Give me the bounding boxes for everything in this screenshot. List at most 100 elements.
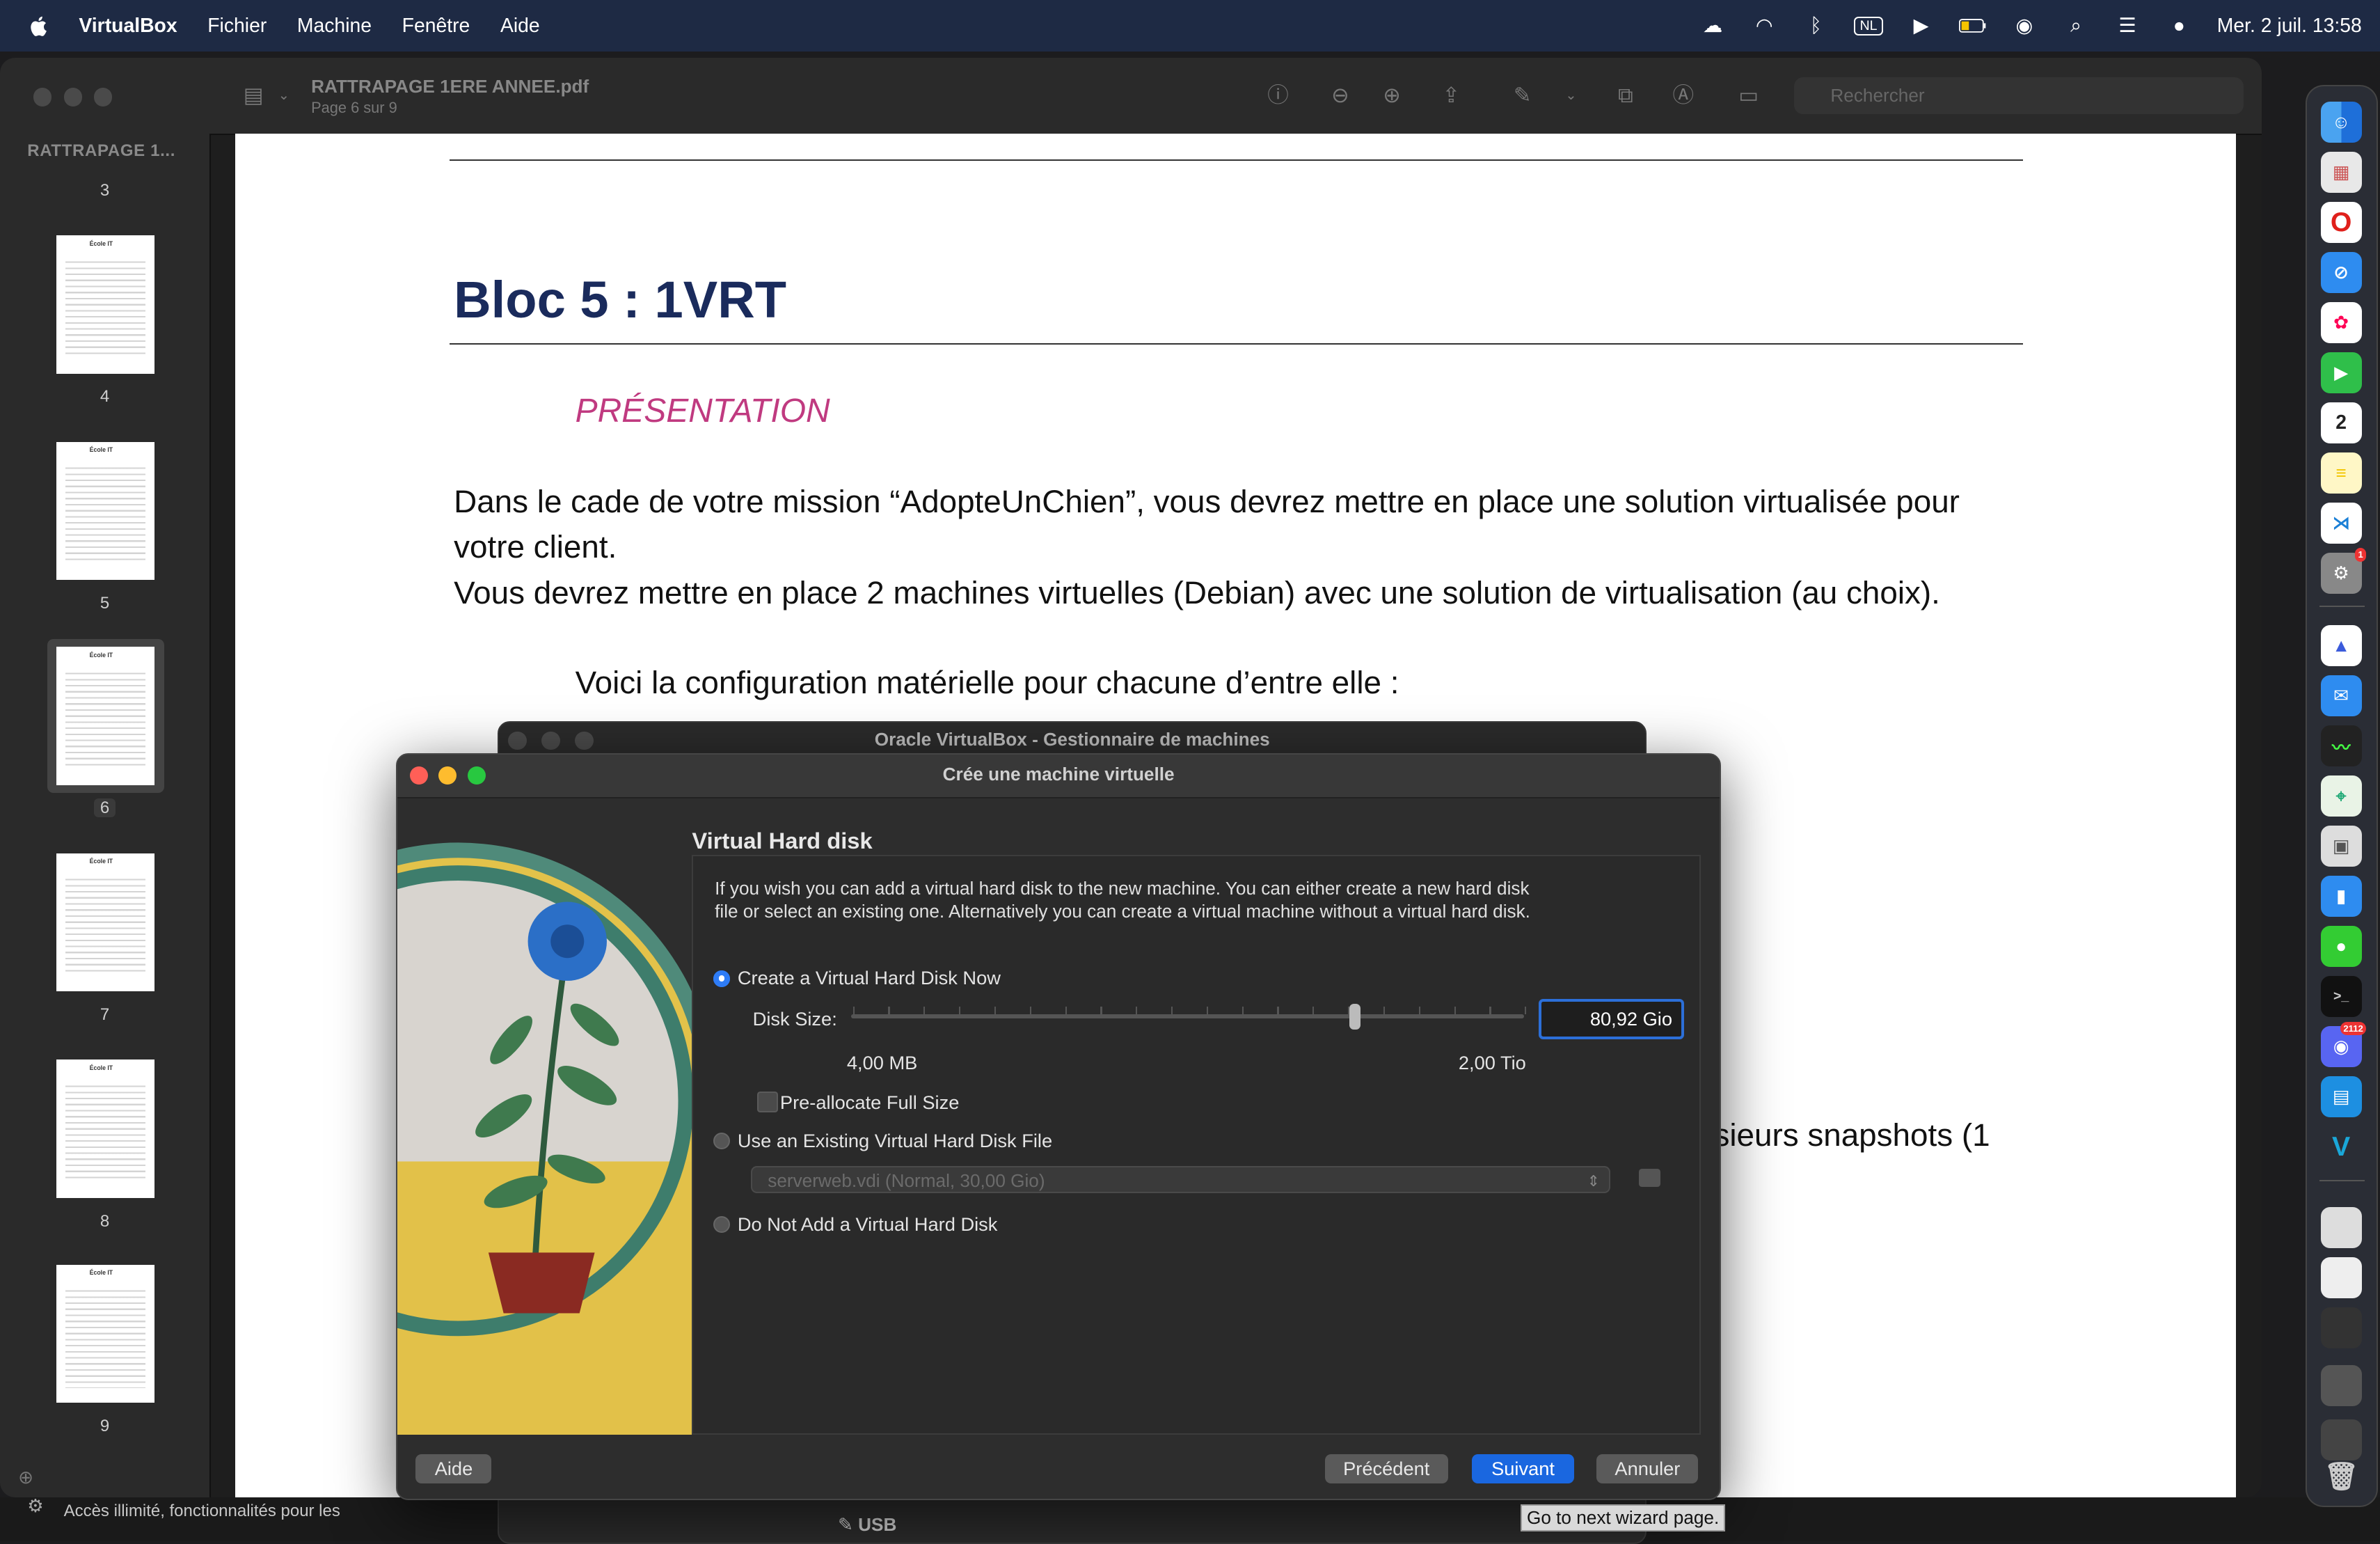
minimize-button[interactable] <box>63 88 82 107</box>
chevron-down-icon[interactable]: ⌄ <box>270 82 297 109</box>
next-button[interactable]: Suivant <box>1472 1454 1574 1483</box>
control-center-icon[interactable]: ☰ <box>2114 15 2141 37</box>
zoom-out-icon[interactable]: ⊖ <box>1326 82 1354 109</box>
description-text: If you wish you can add a virtual hard d… <box>715 878 1530 922</box>
form-icon[interactable]: ▭ <box>1735 82 1762 109</box>
battery-icon[interactable] <box>1959 15 1986 37</box>
promo-text: Accès illimité, fonctionnalités pour les <box>63 1502 340 1521</box>
finder-icon[interactable]: ☺ <box>2320 101 2362 143</box>
add-page-icon[interactable]: ⊕ <box>18 1467 33 1488</box>
messages-icon[interactable]: ● <box>2320 926 2362 968</box>
photos-icon[interactable]: ✿ <box>2320 301 2362 343</box>
page-heading: Bloc 5 : 1VRT <box>454 271 787 329</box>
slider-tick <box>1136 1006 1138 1014</box>
status-area: ☁ ◠ ᛒ NL ▶ ◉ ⌕ ☰ ● Mer. 2 juil. 13:58 <box>1699 0 2362 52</box>
preallocate-checkbox[interactable] <box>757 1092 779 1113</box>
keyboard-layout[interactable]: NL <box>1853 16 1884 36</box>
facetime-icon[interactable]: ▶ <box>2320 352 2362 393</box>
option-none-label[interactable]: Do Not Add a Virtual Hard Disk <box>738 1213 998 1236</box>
dialog-window-controls <box>409 766 486 785</box>
search-input[interactable]: Rechercher <box>1794 77 2244 114</box>
clock[interactable]: Mer. 2 juil. 13:58 <box>2217 15 2362 38</box>
page-number: 9 <box>100 1416 110 1435</box>
page-thumbnail-9[interactable]: École IT <box>56 1264 155 1403</box>
disk-size-slider[interactable] <box>851 1014 1524 1019</box>
paragraph: Dans le cade de votre mission “AdopteUnC… <box>454 484 1960 565</box>
preallocate-label[interactable]: Pre-allocate Full Size <box>780 1092 959 1114</box>
zoom-button[interactable] <box>467 766 486 785</box>
terminal-icon[interactable]: >_ <box>2320 976 2362 1018</box>
weather-icon[interactable]: ☁ <box>1699 15 1727 37</box>
slider-tick <box>852 1006 855 1014</box>
chevron-down-icon[interactable]: ⌄ <box>1557 82 1585 109</box>
info-icon[interactable]: ⓘ <box>1264 82 1292 109</box>
share-icon[interactable]: ⇪ <box>1437 82 1464 109</box>
opera-icon[interactable]: O <box>2320 201 2362 243</box>
bluetooth-icon[interactable]: ᛒ <box>1802 15 1830 37</box>
menu-fenetre[interactable]: Fenêtre <box>402 15 470 38</box>
play-icon[interactable]: ▶ <box>1907 15 1935 37</box>
menu-aide[interactable]: Aide <box>500 15 540 38</box>
close-button[interactable] <box>33 88 52 107</box>
disk-size-input[interactable]: 80,92 Gio <box>1539 998 1685 1040</box>
option-create-label[interactable]: Create a Virtual Hard Disk Now <box>738 967 1001 989</box>
mail-icon[interactable]: ✉ <box>2320 675 2362 717</box>
docker-icon[interactable]: ▤ <box>2320 1076 2362 1118</box>
window-thumbnail-icon[interactable] <box>2320 1307 2362 1348</box>
keynote-icon[interactable]: ▮ <box>2320 876 2362 917</box>
slider-tick <box>1171 1006 1173 1014</box>
sidebar-toggle-icon[interactable]: ▤ <box>240 82 267 109</box>
option-existing-label[interactable]: Use an Existing Virtual Hard Disk File <box>738 1130 1052 1152</box>
page-thumbnail-7[interactable]: École IT <box>56 853 155 992</box>
rotate-icon[interactable]: ⧉ <box>1612 82 1639 109</box>
page-thumbnail-8[interactable]: École IT <box>56 1059 155 1198</box>
cancel-button[interactable]: Annuler <box>1596 1454 1699 1483</box>
markup-icon[interactable]: Ⓐ <box>1669 82 1697 109</box>
vscode-icon[interactable]: ⋊ <box>2320 502 2362 544</box>
window-thumbnail-icon[interactable] <box>2320 1364 2362 1406</box>
chevron-updown-icon: ⇕ <box>1587 1172 1600 1190</box>
window-thumbnail-icon[interactable] <box>2320 1419 2362 1461</box>
menu-fichier[interactable]: Fichier <box>207 15 267 38</box>
existing-disk-select[interactable]: serverweb.vdi (Normal, 30,00 Gio) ⇕ <box>751 1165 1610 1194</box>
folder-icon[interactable] <box>1639 1169 1660 1188</box>
markup-pen-icon[interactable]: ✎ <box>1509 82 1536 109</box>
wifi-icon[interactable]: ◉ <box>2010 15 2038 37</box>
search-icon[interactable]: ⌕ <box>2062 15 2089 37</box>
window-thumbnail-icon[interactable] <box>2320 1206 2362 1248</box>
minimize-button[interactable] <box>438 766 457 785</box>
slider-tick <box>994 1006 997 1014</box>
safari-icon[interactable]: ⊘ <box>2320 251 2362 293</box>
discord-icon[interactable]: ◉ 2112 <box>2320 1021 2367 1068</box>
slider-tick <box>1100 1006 1102 1014</box>
page-thumbnail-4[interactable]: École IT <box>56 235 155 374</box>
radio-no-disk[interactable] <box>713 1215 730 1233</box>
zoom-in-icon[interactable]: ⊕ <box>1378 82 1405 109</box>
launchpad-icon[interactable]: ▦ <box>2320 151 2362 193</box>
calendar-icon[interactable]: 2 <box>2320 402 2362 443</box>
speedometer-icon[interactable]: ◠ <box>1751 15 1778 37</box>
menu-app-name[interactable]: VirtualBox <box>79 15 177 38</box>
apple-icon[interactable] <box>27 14 51 38</box>
notes-icon[interactable]: ≡ <box>2320 452 2362 494</box>
previous-button[interactable]: Précédent <box>1324 1454 1448 1483</box>
maps-icon[interactable]: ⌖ <box>2320 775 2362 817</box>
preview-icon[interactable]: ▣ <box>2320 826 2362 867</box>
page-thumbnail-5[interactable]: École IT <box>56 441 155 581</box>
help-button[interactable]: Aide <box>415 1454 492 1483</box>
slider-tick <box>1065 1006 1067 1014</box>
nordvpn-icon[interactable]: ▲ <box>2320 625 2362 667</box>
system-settings-icon[interactable]: ⚙ 1 <box>2320 548 2367 594</box>
slider-handle[interactable] <box>1349 1003 1360 1030</box>
menu-machine[interactable]: Machine <box>297 15 372 38</box>
page-thumbnail-6[interactable]: École IT <box>56 647 155 785</box>
radio-create-disk[interactable] <box>713 970 730 987</box>
radio-existing-disk[interactable] <box>713 1132 730 1149</box>
close-button[interactable] <box>409 766 428 785</box>
zoom-button[interactable] <box>94 88 113 107</box>
virtualbox-icon[interactable]: V <box>2321 1126 2362 1167</box>
trash-icon[interactable]: 🗑 <box>2321 1456 2362 1497</box>
siri-icon[interactable]: ● <box>2166 15 2193 37</box>
activity-monitor-icon[interactable]: 〰 <box>2320 725 2362 767</box>
window-thumbnail-icon[interactable] <box>2320 1257 2362 1298</box>
